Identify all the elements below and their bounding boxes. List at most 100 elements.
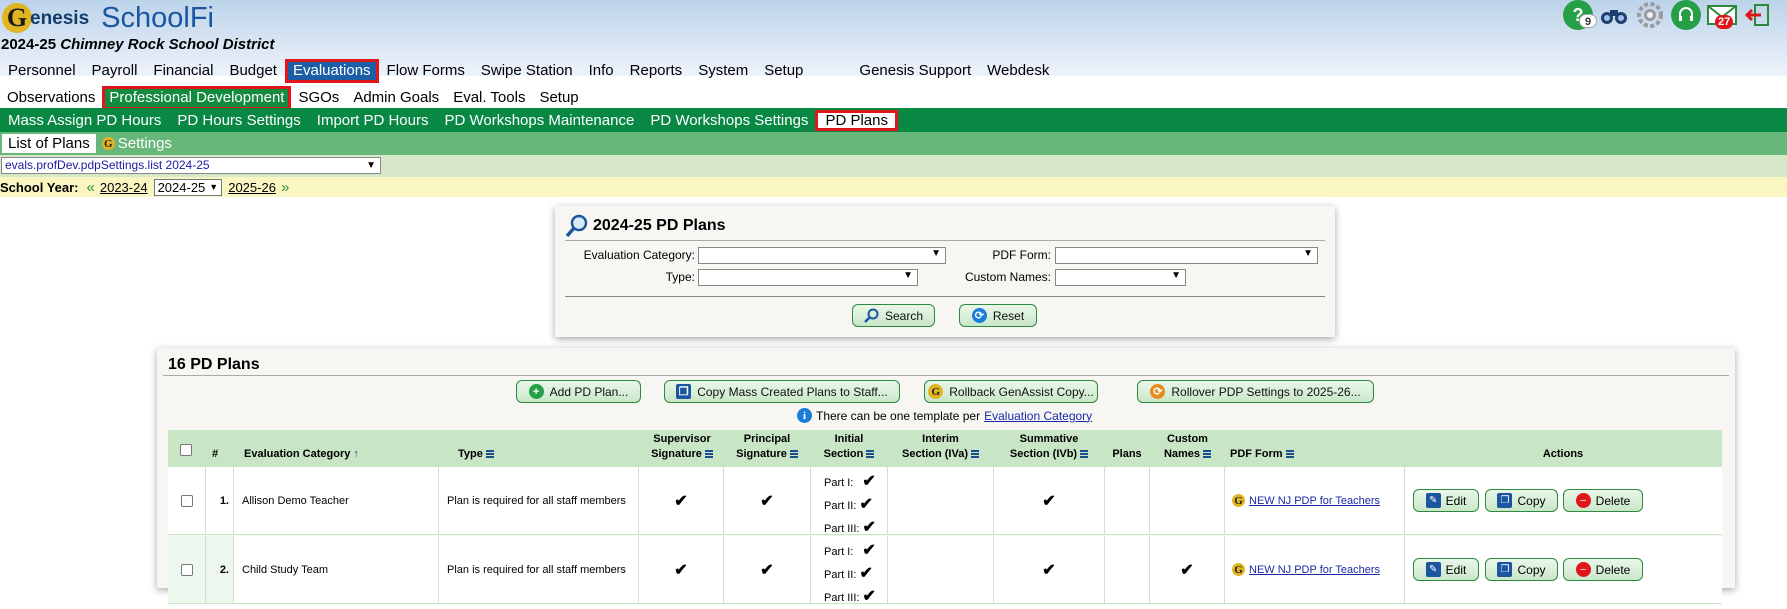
checkmark-icon: ✔ <box>674 561 688 579</box>
rollover-pdp-button[interactable]: ⟳ Rollover PDP Settings to 2025-26... <box>1137 380 1374 403</box>
search-panel: 2024-25 PD Plans Evaluation Category: ▼ … <box>555 206 1335 337</box>
row-checkbox[interactable] <box>180 494 193 507</box>
col-pdf-form[interactable]: PDF Form <box>1230 447 1294 462</box>
binoculars-icon[interactable] <box>1599 0 1629 30</box>
rollover-pdp-label: Rollover PDP Settings to 2025-26... <box>1171 384 1361 399</box>
menu-setup[interactable]: Setup <box>756 59 811 83</box>
reset-button-label: Reset <box>992 308 1025 323</box>
submenu-sgos[interactable]: SGOs <box>291 86 346 110</box>
copy-button[interactable]: ❐ Copy <box>1485 489 1558 512</box>
pd-menu-pd-plans[interactable]: PD Plans <box>815 109 898 131</box>
tab-settings[interactable]: G Settings <box>96 134 178 153</box>
menu-budget[interactable]: Budget <box>221 59 285 83</box>
add-pd-plan-button[interactable]: + Add PD Plan... <box>516 380 641 403</box>
headset-icon[interactable] <box>1671 0 1701 30</box>
col-initial-section[interactable]: Initial Section <box>811 432 887 462</box>
school-year-select[interactable]: 2024-25 ▼ <box>153 178 223 196</box>
pd-menu-workshops-settings[interactable]: PD Workshops Settings <box>642 112 816 129</box>
submenu-professional-development[interactable]: Professional Development <box>102 86 292 110</box>
initial-section-cell: Part I: ✔ Part II: ✔ Part III: ✔ <box>811 467 888 536</box>
reset-button[interactable]: ⟳ Reset <box>959 304 1037 327</box>
pdf-form-link[interactable]: NEW NJ PDP for Teachers <box>1249 564 1380 576</box>
next-year-icon[interactable]: » <box>281 179 289 196</box>
submenu-admin-goals[interactable]: Admin Goals <box>346 86 446 110</box>
menu-payroll[interactable]: Payroll <box>84 59 146 83</box>
row-checkbox-cell <box>168 536 206 603</box>
pd-menu-import-hours[interactable]: Import PD Hours <box>309 112 437 129</box>
path-select[interactable]: evals.profDev.pdpSettings.list 2024-25 ▼ <box>1 157 381 174</box>
menu-flow-forms[interactable]: Flow Forms <box>379 59 473 83</box>
delete-icon: – <box>1575 562 1591 577</box>
pd-menu-workshops-maintenance[interactable]: PD Workshops Maintenance <box>436 112 642 129</box>
menu-swipe-station[interactable]: Swipe Station <box>473 59 581 83</box>
checkmark-icon: ✔ <box>1042 561 1056 579</box>
row-number: 2. <box>206 536 234 603</box>
col-principal-signature[interactable]: Principal Signature <box>724 432 810 462</box>
tab-bar: List of Plans G Settings <box>0 132 1787 155</box>
initial-parts: Part I: ✔ Part II: ✔ Part III: ✔ <box>824 473 876 536</box>
col-summative-section[interactable]: Summative Section (IVb) <box>994 432 1104 462</box>
menu-personnel[interactable]: Personnel <box>0 59 84 83</box>
genesis-small-icon: G <box>1232 563 1245 576</box>
checkmark-icon: ✔ <box>760 492 774 510</box>
type-select[interactable]: ▼ <box>698 269 918 286</box>
pd-menu-mass-assign[interactable]: Mass Assign PD Hours <box>0 112 169 129</box>
eval-category-select[interactable]: ▼ <box>698 247 946 264</box>
genesis-logo[interactable]: G enesis SchoolFi <box>2 2 214 34</box>
col-type[interactable]: Type <box>458 447 494 462</box>
gear-icon[interactable] <box>1635 0 1665 30</box>
checkmark-icon: ✔ <box>862 588 876 605</box>
plus-icon: + <box>528 384 544 399</box>
select-all-checkbox[interactable] <box>180 444 192 456</box>
menu-financial[interactable]: Financial <box>145 59 221 83</box>
tab-list-of-plans[interactable]: List of Plans <box>2 134 96 153</box>
prev-year-link[interactable]: 2023-24 <box>100 180 148 195</box>
edit-button[interactable]: ✎ Edit <box>1413 489 1479 512</box>
col-custom-names[interactable]: Custom Names <box>1150 432 1225 462</box>
evaluation-category-link[interactable]: Evaluation Category <box>984 409 1092 423</box>
col-eval-category[interactable]: Evaluation Category ↑ <box>244 447 359 462</box>
col-supervisor-signature[interactable]: Supervisor Signature <box>640 432 724 462</box>
rollback-genassist-button[interactable]: G Rollback GenAssist Copy... <box>924 380 1098 403</box>
type-label: Type: <box>665 270 695 284</box>
actions-cell: ✎ Edit ❐ Copy – Delete <box>1405 536 1722 603</box>
menu-evaluations[interactable]: Evaluations <box>284 59 379 83</box>
menu-webdesk[interactable]: Webdesk <box>979 59 1057 83</box>
copy-mass-plans-button[interactable]: ❐ Copy Mass Created Plans to Staff... <box>664 380 900 403</box>
logout-icon[interactable] <box>1743 0 1773 30</box>
checkmark-icon: ✔ <box>862 473 876 490</box>
delete-button[interactable]: – Delete <box>1563 489 1643 512</box>
edit-icon: ✎ <box>1425 493 1441 508</box>
submenu-observations[interactable]: Observations <box>0 86 102 110</box>
menu-system[interactable]: System <box>690 59 756 83</box>
menu-info[interactable]: Info <box>581 59 622 83</box>
copy-button[interactable]: ❐ Copy <box>1485 558 1558 581</box>
edit-button[interactable]: ✎ Edit <box>1413 558 1479 581</box>
submenu-setup[interactable]: Setup <box>532 86 585 110</box>
delete-button[interactable]: – Delete <box>1563 558 1643 581</box>
mail-icon[interactable]: 27 <box>1707 0 1737 30</box>
submenu-eval-tools[interactable]: Eval. Tools <box>446 86 532 110</box>
row-checkbox[interactable] <box>180 563 193 576</box>
custom-names-select[interactable]: ▼ <box>1055 269 1186 286</box>
table-row: 1. Allison Demo Teacher Plan is required… <box>168 467 1722 536</box>
help-badge: 9 <box>1579 14 1597 28</box>
pdf-form-select[interactable]: ▼ <box>1055 247 1318 264</box>
checkmark-icon: ✔ <box>1180 561 1194 579</box>
rollover-icon: ⟳ <box>1150 384 1166 399</box>
menu-genesis-support[interactable]: Genesis Support <box>851 59 979 83</box>
prev-year-icon[interactable]: « <box>87 179 95 196</box>
search-button[interactable]: Search <box>852 304 935 327</box>
col-interim-section[interactable]: Interim Section (IVa) <box>888 432 993 462</box>
summative-section-cell: ✔ <box>994 536 1105 603</box>
help-icon[interactable]: ? 9 <box>1563 0 1597 30</box>
search-button-label: Search <box>884 308 924 323</box>
custom-names-label: Custom Names: <box>964 270 1051 284</box>
pdf-form-link[interactable]: NEW NJ PDP for Teachers <box>1249 495 1380 507</box>
next-year-link[interactable]: 2025-26 <box>228 180 276 195</box>
pd-menu-hours-settings[interactable]: PD Hours Settings <box>169 112 308 129</box>
row-eval-category: Child Study Team <box>234 536 439 603</box>
info-note-text: There can be one template per <box>816 408 981 423</box>
search-divider <box>565 296 1325 297</box>
menu-reports[interactable]: Reports <box>622 59 691 83</box>
